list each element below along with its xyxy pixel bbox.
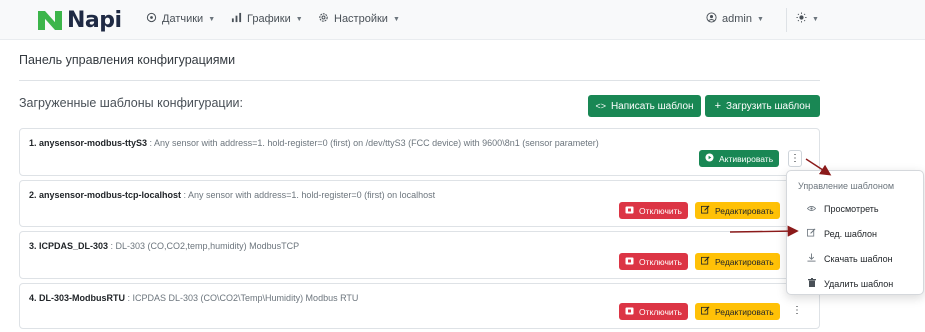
nav-settings-label: Настройки [334,13,388,25]
template-description: : ICPDAS DL-303 (CO\CO2\Temp\Humidity) M… [125,293,359,303]
stop-icon [625,307,634,317]
page-title: Панель управления конфигурациями [19,53,236,67]
code-icon: <> [595,101,606,111]
gear-icon [318,12,329,26]
edit-label: Редактировать [715,256,774,267]
edit-template-label: Ред. шаблон [824,228,877,239]
edit-button[interactable]: Редактировать [695,253,780,270]
stop-icon [625,206,634,216]
disable-button[interactable]: Отключить [619,303,688,320]
download-template-item[interactable]: Скачать шаблон [807,253,893,264]
edit-icon [701,306,710,317]
download-template-label: Скачать шаблон [824,253,893,264]
stop-icon [625,257,634,267]
navbar-divider [786,8,787,32]
divider [19,80,820,81]
template-card: 4. DL-303-ModbusRTU : ICPDAS DL-303 (CO\… [19,283,820,329]
template-name: 4. DL-303-ModbusRTU [29,293,126,303]
nav-sensors-label: Датчики [162,13,204,25]
delete-template-label: Удалить шаблон [824,278,894,289]
chevron-down-icon: ▼ [812,15,819,23]
edit-label: Редактировать [715,205,774,216]
template-info: 2. anysensor-modbus-tcp-localhost : Any … [29,190,435,200]
nav-charts-label: Графики [247,13,291,25]
disable-label: Отключить [639,256,682,267]
activate-label: Активировать [719,153,774,164]
template-name: 2. anysensor-modbus-tcp-localhost [29,190,182,200]
user-menu-label: admin [722,13,752,25]
template-name: 3. ICPDAS_DL-303 [29,241,109,251]
plus-icon: + [714,100,722,112]
sun-icon [796,12,807,26]
trash-icon [807,278,816,289]
chevron-down-icon: ▼ [756,15,764,23]
view-template-item[interactable]: Просмотреть [806,204,879,214]
template-info: 3. ICPDAS_DL-303 : DL-303 (CO,CO2,temp,h… [29,241,299,251]
chart-icon [231,12,242,26]
edit-template-item[interactable]: Ред. шаблон [807,228,877,239]
template-description: : Any sensor with address=1. hold-regist… [147,138,599,148]
write-template-label: Написать шаблон [610,100,694,112]
template-info: 1. anysensor-modbus-ttyS3 : Any sensor w… [29,138,599,148]
brand-name: Napi [67,7,122,33]
chevron-down-icon: ▼ [295,15,303,23]
dropdown-header: Управление шаблоном [798,181,895,191]
edit-button[interactable]: Редактировать [695,202,780,219]
navbar: Napi Датчики ▼ Графики ▼ Настройки ▼ adm… [0,0,925,40]
upload-template-label: Загрузить шаблон [726,100,811,112]
view-template-label: Просмотреть [824,204,879,214]
edit-icon [701,256,710,267]
template-name: 1. anysensor-modbus-ttyS3 [29,138,148,148]
template-info: 4. DL-303-ModbusRTU : ICPDAS DL-303 (CO\… [29,293,358,303]
disable-label: Отключить [639,205,682,216]
more-options-button[interactable]: ⋮ [788,150,802,167]
theme-toggle[interactable]: ▼ [796,12,819,26]
activate-button[interactable]: Активировать [699,150,780,167]
eye-icon [806,204,817,214]
chevron-down-icon: ▼ [208,15,216,23]
kebab-menu-icon: ⋮ [792,305,802,316]
napi-logo-icon [37,9,63,31]
user-menu[interactable]: admin ▼ [706,12,764,26]
disable-button[interactable]: Отключить [619,253,688,270]
upload-template-button[interactable]: + Загрузить шаблон [705,95,820,117]
write-template-button[interactable]: <> Написать шаблон [588,95,701,117]
more-options-button[interactable]: ⋮ [792,305,802,316]
edit-label: Редактировать [715,306,774,317]
user-circle-icon [706,12,717,26]
disable-button[interactable]: Отключить [619,202,688,219]
template-description: : DL-303 (CO,CO2,temp,humidity) ModbusTC… [108,241,300,251]
disable-label: Отключить [639,306,682,317]
nav-sensors[interactable]: Датчики ▼ [146,12,215,26]
template-card: 2. anysensor-modbus-tcp-localhost : Any … [19,180,820,227]
edit-icon [807,228,816,239]
section-title: Загруженные шаблоны конфигурации: [19,96,244,110]
download-icon [807,253,816,264]
template-card: 1. anysensor-modbus-ttyS3 : Any sensor w… [19,128,820,176]
edit-button[interactable]: Редактировать [695,303,780,320]
template-description: : Any sensor with address=1. hold-regist… [181,190,436,200]
template-card: 3. ICPDAS_DL-303 : DL-303 (CO,CO2,temp,h… [19,231,820,279]
nav-charts[interactable]: Графики ▼ [231,12,303,26]
template-actions-dropdown: Управление шаблоном Просмотреть Ред. шаб… [786,170,924,295]
brand-logo[interactable]: Napi [37,7,122,33]
sensor-icon [146,12,157,26]
nav-settings[interactable]: Настройки ▼ [318,12,400,26]
edit-icon [701,205,710,216]
delete-template-item[interactable]: Удалить шаблон [807,278,893,289]
kebab-menu-icon: ⋮ [790,153,800,164]
chevron-down-icon: ▼ [392,15,400,23]
play-circle-icon [705,153,714,164]
